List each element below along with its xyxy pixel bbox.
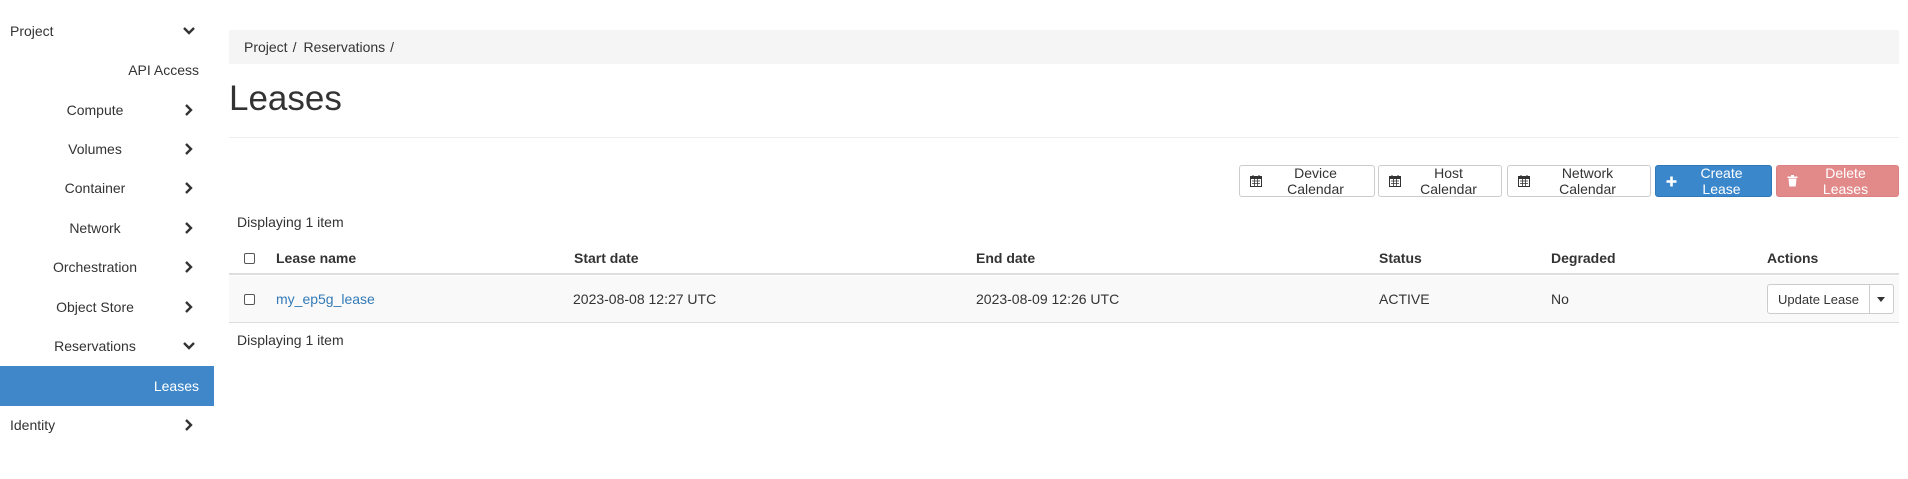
page-title: Leases <box>229 79 342 118</box>
sidebar-item-label: API Access <box>128 62 199 78</box>
calendar-icon <box>1389 175 1401 187</box>
sidebar-item-label: Network <box>69 220 121 236</box>
sidebar-item-api-access[interactable]: API Access <box>0 50 214 90</box>
breadcrumb-separator: / <box>292 39 297 55</box>
sidebar-item-label: Identity <box>10 417 56 433</box>
breadcrumb-separator: / <box>390 39 395 55</box>
network-calendar-label: Network Calendar <box>1559 165 1616 197</box>
sidebar-item-identity[interactable]: Identity <box>0 405 214 445</box>
table-row: my_ep5g_lease 2023-08-08 12:27 UTC 2023-… <box>229 276 1899 323</box>
select-all-checkbox[interactable] <box>244 253 255 264</box>
calendar-icon <box>1518 175 1530 187</box>
sidebar-item-label: Volumes <box>68 141 122 157</box>
sidebar: Project API Access Compute Volumes Conta… <box>0 0 214 479</box>
chevron-right-icon <box>185 222 193 234</box>
sidebar-item-orchestration[interactable]: Orchestration <box>0 247 214 287</box>
chevron-right-icon <box>185 182 193 194</box>
chevron-right-icon <box>185 104 193 116</box>
network-calendar-button[interactable]: Network Calendar <box>1507 165 1651 197</box>
create-lease-label: Create Lease <box>1700 165 1743 197</box>
breadcrumb-item-project[interactable]: Project <box>244 39 288 55</box>
sidebar-item-label: Object Store <box>56 299 134 315</box>
sidebar-item-container[interactable]: Container <box>0 168 214 208</box>
device-calendar-button[interactable]: Device Calendar <box>1239 165 1375 197</box>
row-checkbox[interactable] <box>244 294 255 305</box>
column-header-lease-name[interactable]: Lease name <box>276 242 356 275</box>
delete-leases-button[interactable]: Delete Leases <box>1776 165 1899 197</box>
chevron-down-icon <box>183 27 195 35</box>
chevron-right-icon <box>185 419 193 431</box>
device-calendar-label: Device Calendar <box>1287 165 1344 197</box>
caret-down-icon <box>1877 296 1886 302</box>
table-header: Lease name Start date End date Status De… <box>229 242 1899 275</box>
breadcrumb: Project / Reservations / <box>229 30 1899 64</box>
sidebar-item-volumes[interactable]: Volumes <box>0 129 214 169</box>
delete-leases-label: Delete Leases <box>1822 165 1869 197</box>
column-header-degraded[interactable]: Degraded <box>1551 242 1616 275</box>
plus-icon <box>1666 176 1677 186</box>
sidebar-item-compute[interactable]: Compute <box>0 90 214 130</box>
item-count-bottom: Displaying 1 item <box>237 332 344 348</box>
sidebar-item-label: Reservations <box>54 338 136 354</box>
sidebar-item-leases[interactable]: Leases <box>0 366 214 406</box>
sidebar-item-label: Project <box>10 23 54 39</box>
host-calendar-button[interactable]: Host Calendar <box>1378 165 1502 197</box>
chevron-down-icon <box>183 342 195 350</box>
calendar-icon <box>1250 175 1262 187</box>
sidebar-item-label: Orchestration <box>52 259 138 275</box>
status-cell: ACTIVE <box>1379 291 1430 307</box>
column-header-start-date[interactable]: Start date <box>574 242 639 275</box>
update-lease-button[interactable]: Update Lease <box>1767 284 1870 314</box>
column-header-end-date[interactable]: End date <box>976 242 1035 275</box>
end-date-cell: 2023-08-09 12:26 UTC <box>976 291 1120 307</box>
host-calendar-label: Host Calendar <box>1420 165 1477 197</box>
sidebar-item-reservations[interactable]: Reservations <box>0 326 214 366</box>
column-header-actions: Actions <box>1767 250 1819 266</box>
breadcrumb-item-reservations[interactable]: Reservations <box>303 39 385 55</box>
lease-name-link[interactable]: my_ep5g_lease <box>276 276 375 323</box>
start-date-cell: 2023-08-08 12:27 UTC <box>573 291 717 307</box>
chevron-right-icon <box>185 261 193 273</box>
sidebar-item-label: Compute <box>66 102 124 118</box>
chevron-right-icon <box>185 301 193 313</box>
column-header-status[interactable]: Status <box>1379 242 1422 275</box>
degraded-cell: No <box>1551 291 1569 307</box>
sidebar-item-label: Container <box>64 180 126 196</box>
trash-icon <box>1787 175 1798 187</box>
divider <box>229 137 1899 138</box>
chevron-right-icon <box>185 143 193 155</box>
sidebar-item-label: Leases <box>153 378 199 394</box>
sidebar-item-project[interactable]: Project <box>0 11 214 51</box>
actions-dropdown-toggle[interactable] <box>1869 284 1894 314</box>
sidebar-item-network[interactable]: Network <box>0 208 214 248</box>
row-actions: Update Lease <box>1767 284 1894 314</box>
sidebar-item-object-store[interactable]: Object Store <box>0 287 214 327</box>
create-lease-button[interactable]: Create Lease <box>1655 165 1772 197</box>
item-count-top: Displaying 1 item <box>237 214 344 230</box>
